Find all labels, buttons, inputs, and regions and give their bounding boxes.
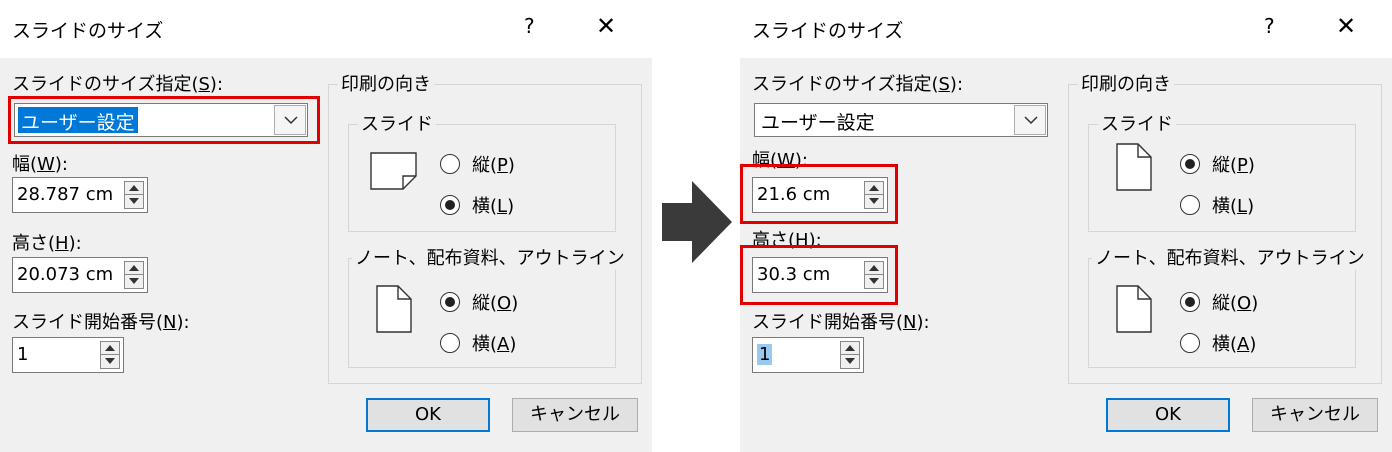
portrait-page-icon: [376, 285, 412, 333]
dialog-title: スライドのサイズ: [752, 20, 904, 42]
slide-size-label: スライドのサイズ指定(S):: [12, 74, 224, 95]
landscape-page-icon: [370, 152, 417, 190]
width-spinner[interactable]: 28.787 cm: [12, 177, 148, 213]
ok-button[interactable]: OK: [366, 398, 490, 432]
height-spinner[interactable]: 20.073 cm: [12, 257, 148, 293]
help-button[interactable]: ?: [524, 14, 535, 38]
triangle-down-icon: [129, 278, 139, 284]
spin-down-button[interactable]: [101, 355, 119, 368]
slide-group-label: スライド: [358, 110, 436, 136]
spin-up-button[interactable]: [101, 342, 119, 355]
start-number-label: スライド開始番号(N):: [12, 312, 190, 333]
width-value: 28.787 cm: [17, 184, 114, 205]
highlight-box: [740, 164, 898, 224]
slide-landscape-radio[interactable]: 横(L): [1180, 192, 1254, 218]
cancel-button[interactable]: キャンセル: [1252, 398, 1378, 432]
close-icon[interactable]: ✕: [1336, 12, 1356, 40]
spin-up-button[interactable]: [125, 262, 143, 275]
spin-up-button[interactable]: [841, 342, 859, 355]
start-number-value: 1: [17, 344, 29, 365]
spin-down-button[interactable]: [125, 195, 143, 208]
triangle-up-icon: [129, 185, 139, 191]
notes-group-label: ノート、配布資料、アウトライン: [1092, 244, 1368, 270]
title-bar: スライドのサイズ ? ✕: [740, 0, 1392, 58]
notes-landscape-radio[interactable]: 横(A): [440, 330, 516, 356]
help-button[interactable]: ?: [1264, 14, 1275, 38]
slide-size-dialog-after: スライドのサイズ ? ✕ スライドのサイズ指定(S): ユーザー設定 幅(W):…: [740, 0, 1392, 452]
portrait-page-icon: [1116, 143, 1152, 191]
dialog-title: スライドのサイズ: [12, 20, 164, 42]
highlight-box: [8, 96, 320, 144]
triangle-up-icon: [845, 345, 855, 351]
orientation-title: 印刷の向き: [338, 70, 434, 96]
slide-portrait-radio[interactable]: 縦(P): [440, 151, 515, 177]
slide-size-label: スライドのサイズ指定(S):: [752, 74, 964, 95]
spin-down-button[interactable]: [841, 355, 859, 368]
portrait-page-icon: [1116, 285, 1152, 333]
dropdown-button[interactable]: [1014, 105, 1046, 135]
slide-size-dialog-before: スライドのサイズ ? ✕ スライドのサイズ指定(S): ユーザー設定 幅(W):…: [0, 0, 652, 452]
orientation-title: 印刷の向き: [1078, 70, 1174, 96]
width-label: 幅(W):: [12, 154, 68, 175]
start-number-label: スライド開始番号(N):: [752, 312, 930, 333]
slide-portrait-radio[interactable]: 縦(P): [1180, 151, 1255, 177]
triangle-down-icon: [129, 198, 139, 204]
notes-portrait-radio[interactable]: 縦(O): [440, 289, 518, 315]
triangle-down-icon: [105, 358, 115, 364]
cancel-button[interactable]: キャンセル: [512, 398, 638, 432]
triangle-up-icon: [129, 265, 139, 271]
slide-landscape-radio[interactable]: 横(L): [440, 192, 514, 218]
start-number-value: 1: [757, 344, 773, 365]
arrow-right-icon: [662, 181, 732, 263]
ok-button[interactable]: OK: [1106, 398, 1230, 432]
title-bar: スライドのサイズ ? ✕: [0, 0, 652, 58]
slide-size-combobox[interactable]: ユーザー設定: [754, 103, 1048, 137]
start-number-spinner[interactable]: 1: [12, 337, 124, 373]
spin-down-button[interactable]: [125, 275, 143, 288]
height-value: 20.073 cm: [17, 264, 114, 285]
triangle-up-icon: [105, 345, 115, 351]
highlight-box: [740, 245, 898, 305]
slide-size-value: ユーザー設定: [761, 112, 875, 134]
notes-portrait-radio[interactable]: 縦(O): [1180, 289, 1258, 315]
height-label: 高さ(H):: [12, 233, 82, 254]
slide-group-label: スライド: [1098, 110, 1176, 136]
close-icon[interactable]: ✕: [596, 12, 616, 40]
notes-landscape-radio[interactable]: 横(A): [1180, 330, 1256, 356]
notes-group-label: ノート、配布資料、アウトライン: [352, 244, 628, 270]
chevron-down-icon: [1024, 116, 1038, 125]
start-number-spinner[interactable]: 1: [752, 337, 864, 373]
triangle-down-icon: [845, 358, 855, 364]
spin-up-button[interactable]: [125, 182, 143, 195]
